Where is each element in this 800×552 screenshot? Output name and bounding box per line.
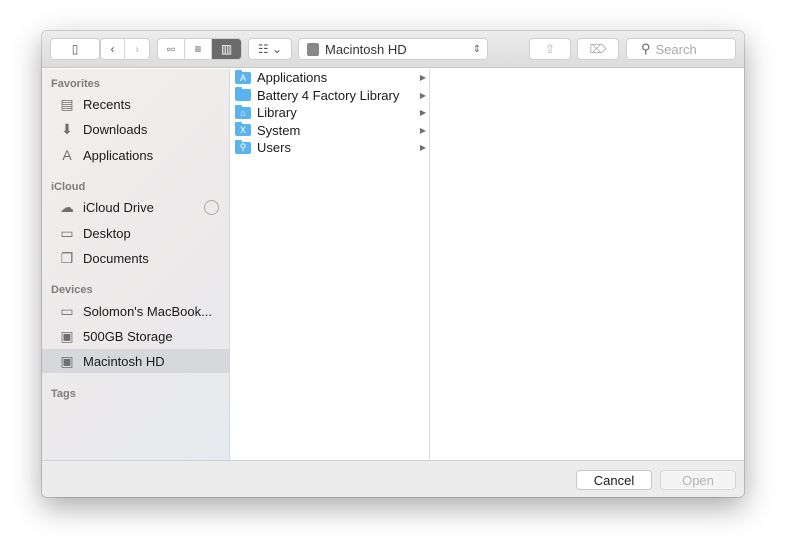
back-button[interactable]: ‹ [101,39,125,59]
hard-drive-icon: ▣ [60,327,74,344]
sidebar-item-icloud-drive[interactable]: ☁ iCloud Drive [42,195,229,219]
documents-icon: ❐ [60,249,74,266]
disclosure-arrow-icon: ▶ [419,143,426,153]
label: Desktop [83,225,131,241]
view-mode-buttons: ▫▫ ≡ ▥ [157,38,242,60]
disclosure-arrow-icon: ▶ [419,125,426,135]
download-icon: ⬇ [61,120,73,137]
label: Downloads [83,121,148,137]
sidebar-item-macbook[interactable]: ▭ Solomon's MacBook... [42,299,229,323]
section-devices: Devices [51,284,93,296]
list-item[interactable]: ⌂ Library ▶ [230,104,429,122]
search-input[interactable]: ⚲ Search [626,38,736,60]
sidebar-item-desktop[interactable]: ▭ Desktop [42,221,229,245]
applications-icon: A [62,147,72,163]
file-column: A Applications ▶ Battery 4 Factory Library… [230,69,430,460]
tag-button[interactable]: ⌦ [577,38,619,60]
file-name: Battery 4 Factory Library [257,87,400,103]
system-folder-icon: X [235,122,251,137]
sidebar-item-500gb-storage[interactable]: ▣ 500GB Storage [42,324,229,348]
search-placeholder: Search [655,41,697,57]
sidebar-icon: ▯ [71,42,79,56]
sidebar-item-macintosh-hd[interactable]: ▣ Macintosh HD [42,349,229,373]
label: Recents [83,96,131,112]
label: Macintosh HD [83,353,165,369]
tag-icon: ⌦ [589,42,607,56]
dialog-footer: Cancel Open [42,460,744,497]
location-popup[interactable]: Macintosh HD ⇕ [298,38,488,60]
file-name: Users [257,140,291,156]
hard-drive-icon: ▣ [60,352,74,369]
list-item[interactable]: Battery 4 Factory Library ▶ [230,87,429,105]
share-icon: ⇧ [544,42,556,56]
file-name: Applications [257,70,328,86]
cloud-icon: ☁ [60,198,74,215]
progress-icon [204,199,219,215]
column-view-button[interactable]: ▥ [212,39,241,59]
desktop-icon: ▭ [60,224,74,241]
icon-view-button[interactable]: ▫▫ [158,39,185,59]
list-item[interactable]: A Applications ▶ [230,69,429,87]
disclosure-arrow-icon: ▶ [419,73,426,83]
search-icon: ⚲ [641,41,651,56]
sidebar-item-documents[interactable]: ❐ Documents [42,246,229,270]
recents-icon: ▤ [60,95,74,112]
label: 500GB Storage [83,328,173,344]
grid-chevron-icon: ☷ ⌄ [257,42,283,56]
applications-folder-icon: A [235,69,251,84]
label: iCloud Drive [83,199,154,215]
sidebar: Favorites ▤ Recents ⬇ Downloads A Applicati… [42,69,230,460]
share-button[interactable]: ⇧ [529,38,571,60]
laptop-icon: ▭ [60,302,74,319]
sidebar-item-recents[interactable]: ▤ Recents [42,92,229,116]
list-item[interactable]: ⚲ Users ▶ [230,139,429,157]
updown-chevron-icon: ⇕ [472,43,481,55]
cancel-button[interactable]: Cancel [576,470,652,490]
section-tags: Tags [51,388,76,400]
users-folder-icon: ⚲ [235,139,251,154]
nav-buttons: ‹ › [100,38,150,60]
section-icloud: iCloud [51,181,86,193]
disclosure-arrow-icon: ▶ [419,90,426,100]
label: Applications [83,147,154,163]
folder-icon [235,87,251,102]
file-name: System [257,122,301,138]
group-button[interactable]: ☷ ⌄ [248,38,292,60]
open-button[interactable]: Open [660,470,736,490]
disclosure-arrow-icon: ▶ [419,108,426,118]
library-folder-icon: ⌂ [235,104,251,119]
list-item[interactable]: X System ▶ [230,122,429,140]
sidebar-item-applications[interactable]: A Applications [42,143,229,167]
label: Documents [83,250,149,266]
open-dialog: ▯ ‹ › ▫▫ ≡ ▥ ☷ ⌄ Macintosh HD ⇕ ⇧ ⌦ ⚲ Sea… [42,31,744,497]
list-view-button[interactable]: ≡ [185,39,212,59]
location-label: Macintosh HD [325,41,407,57]
hard-drive-icon [307,42,319,56]
label: Solomon's MacBook... [83,303,212,319]
section-favorites: Favorites [51,78,100,90]
sidebar-toggle-button[interactable]: ▯ [50,38,100,60]
file-name: Library [257,105,297,121]
forward-button[interactable]: › [125,39,149,59]
toolbar: ▯ ‹ › ▫▫ ≡ ▥ ☷ ⌄ Macintosh HD ⇕ ⇧ ⌦ ⚲ Sea… [42,31,744,68]
sidebar-item-downloads[interactable]: ⬇ Downloads [42,117,229,141]
